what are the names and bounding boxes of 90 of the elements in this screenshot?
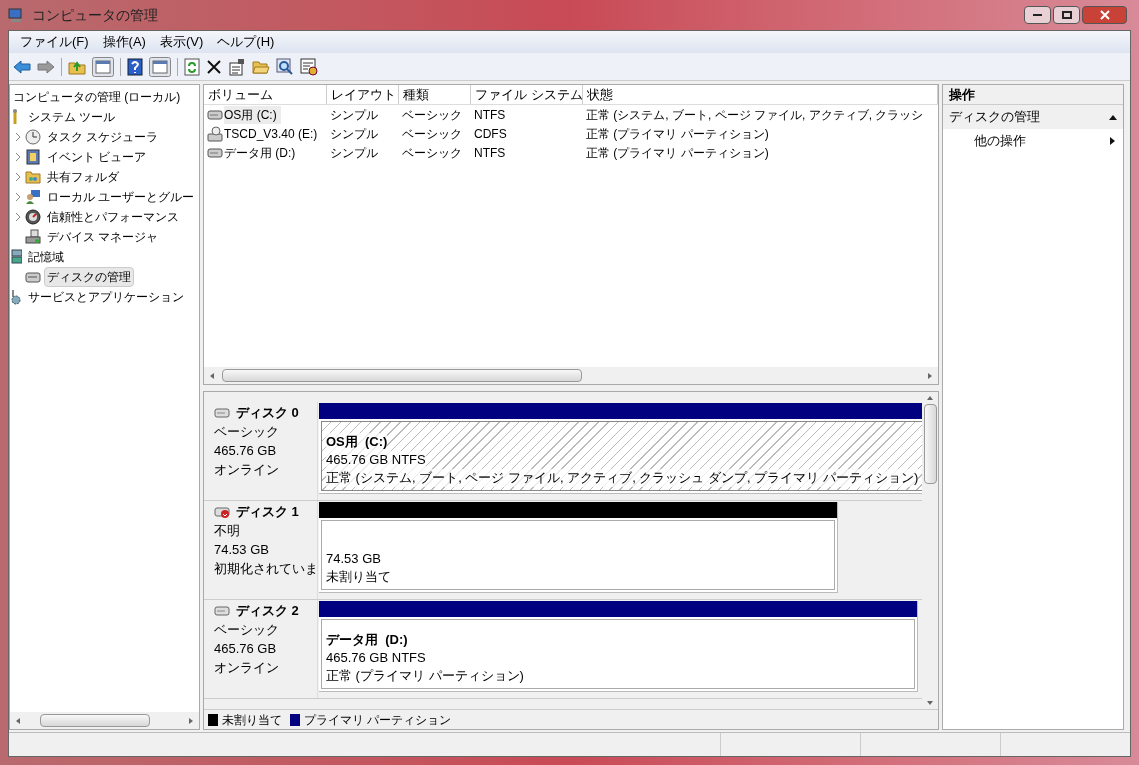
menu-item[interactable]: 操作(A) [95,31,153,53]
table-cell-text: シンプル [330,106,378,124]
tree-item[interactable]: サービスとアプリケーション [25,287,187,307]
table-cell-text: NTFS [474,144,506,162]
refresh-icon[interactable] [184,57,200,76]
table-cell-text: ベーシック [402,125,462,143]
disk-name: ディスク 1 [236,503,299,521]
table-cell-text: 正常 (システム, ブート, ページ ファイル, アクティブ, クラッシ [586,106,924,124]
partition-block[interactable]: OS用 (C:) 465.76 GB NTFS 正常 (システム, ブート, ページ ファイル, アクティブ, クラッシュ ダンプ, プライマリ パーティション) [319,403,922,494]
disk-drive-icon [214,604,230,618]
disk-size: 465.76 GB [214,640,278,658]
collapse-arrow-icon[interactable] [1109,114,1117,120]
table-cell-text: CDFS [474,125,507,143]
shared-folder-icon [25,169,41,185]
tree-item[interactable]: システム ツール [25,107,119,127]
properties-icon[interactable] [228,57,246,76]
disk-status: オンライン [214,461,280,479]
tree-item[interactable]: ローカル ユーザーとグルー [44,187,198,207]
minimize-button[interactable] [1024,6,1051,24]
volume-name[interactable]: データ用 (D:) [224,143,300,162]
menu-item[interactable]: ファイル(F) [13,31,96,53]
tree-item[interactable]: デバイス マネージャ [44,227,162,247]
gauge-icon [25,209,41,225]
disk-status: 初期化されていま [214,560,317,578]
clock-icon [25,129,41,145]
disk-type: ベーシック [214,621,280,639]
menu-item[interactable]: 表示(V) [152,31,211,53]
disk-status: オンライン [214,659,280,677]
partition-block[interactable]: データ用 (D:) 465.76 GB NTFS 正常 (プライマリ パーティション) [319,601,918,692]
log-icon [25,149,41,165]
forward-arrow-icon[interactable] [37,58,55,75]
volume-name[interactable]: TSCD_V3.40 (E:) [224,124,322,143]
scrollbar-thumb[interactable] [222,369,582,382]
column-header[interactable]: 状態 [583,85,938,104]
disk-name: ディスク 2 [236,602,299,620]
disk-size: 465.76 GB [214,442,278,460]
disk-warning-icon [214,505,230,519]
magnifier-icon[interactable] [276,57,294,76]
users-icon [25,189,41,205]
disk-type: ベーシック [214,423,280,441]
tree-item[interactable]: ディスクの管理 [44,267,134,287]
legend-label: プライマリ パーティション [304,711,452,729]
action-pane-icon[interactable] [149,56,171,77]
show-hide-tree-icon[interactable] [92,56,114,77]
table-cell-text: シンプル [330,125,378,143]
scrollbar-thumb[interactable] [923,404,937,484]
partition-title: OS用 (C:) [326,433,388,451]
table-cell-text: 正常 (プライマリ パーティション) [586,144,769,162]
partition-status: 正常 (システム, ブート, ページ ファイル, アクティブ, クラッシュ ダンプ, プライマリ パーティション) [326,469,919,487]
window-title: コンピュータの管理 [32,5,158,25]
maximize-button[interactable] [1053,6,1080,24]
partition-title: データ用 (D:) [326,631,408,649]
disk-drive-icon [214,406,230,420]
device-icon [25,229,41,245]
tree-item[interactable]: イベント ビューア [44,147,150,167]
partition-size: 465.76 GB NTFS [326,451,426,469]
menu-item[interactable]: ヘルプ(H) [210,31,282,53]
computer-icon [8,7,24,23]
action-item[interactable]: 他の操作 [974,131,1026,151]
scrollbar-thumb[interactable] [40,714,150,727]
tree-item[interactable]: 共有フォルダ [44,167,122,187]
table-cell-text: NTFS [474,106,506,124]
pane-header: 操作 [943,85,1123,105]
tree-item[interactable]: 記憶域 [25,247,67,267]
partition-status: 正常 (プライマリ パーティション) [326,667,524,685]
close-icon[interactable] [206,58,222,75]
cd-drive-icon [207,125,223,142]
tree-item[interactable]: コンピュータの管理 (ローカル) [10,87,184,107]
disk-size: 74.53 GB [214,541,270,559]
back-arrow-icon[interactable] [13,58,31,75]
partition-status: 未割り当て [326,568,391,586]
disk-drive-icon [25,269,41,285]
close-button[interactable] [1082,6,1127,24]
disk-name: ディスク 0 [236,404,299,422]
storage-icon [10,249,22,265]
table-cell-text: ベーシック [402,144,462,162]
close-icon [1099,10,1110,20]
volume-name[interactable]: OS用 (C:) [224,105,281,124]
help-icon[interactable] [127,57,143,76]
settings-icon[interactable] [300,57,318,76]
disk-type: 不明 [214,522,241,540]
partition-block[interactable]: 74.53 GB 未割り当て [319,502,838,593]
table-cell-text: ベーシック [402,106,462,124]
legend-label: 未割り当て [222,711,282,729]
tree-item[interactable]: タスク スケジューラ [44,127,162,147]
submenu-arrow-icon[interactable] [1110,137,1115,145]
tree-item[interactable]: 信頼性とパフォーマンス [44,207,182,227]
table-cell-text: シンプル [330,144,378,162]
folder-icon[interactable] [252,58,270,75]
table-cell-text: 正常 (プライマリ パーティション) [586,125,769,143]
